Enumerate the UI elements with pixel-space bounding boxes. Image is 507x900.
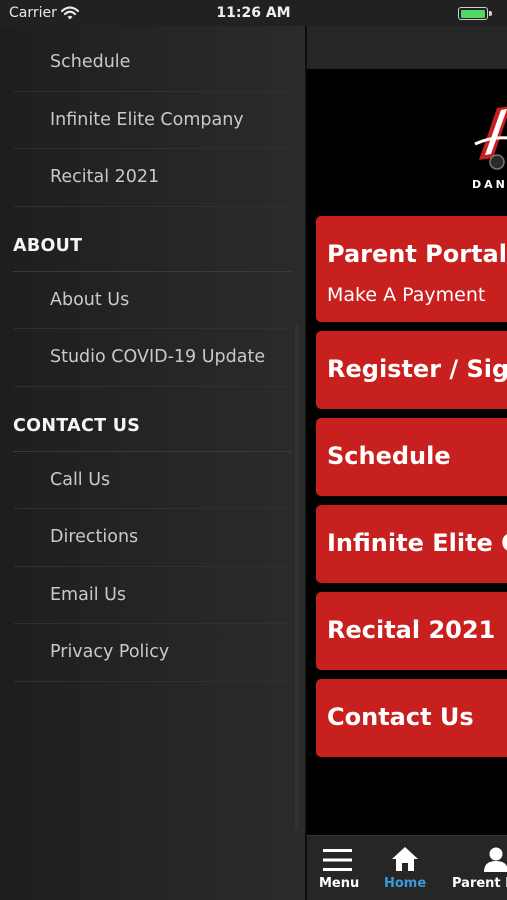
battery-icon xyxy=(458,7,488,20)
tab-label: Home xyxy=(384,876,427,891)
drawer-item-privacy-policy[interactable]: Privacy Policy xyxy=(14,624,292,682)
register-card[interactable]: Register / Sign xyxy=(316,331,507,409)
card-title: Contact Us xyxy=(327,703,474,731)
drawer-item-label: Email Us xyxy=(50,584,127,605)
drawer-item-label: Recital 2021 xyxy=(50,167,160,188)
home-icon xyxy=(391,846,419,876)
card-title: Register / Sign xyxy=(327,355,507,383)
bottom-tab-bar: Menu Home Parent P xyxy=(307,835,507,900)
drawer-item-email-us[interactable]: Email Us xyxy=(14,567,292,624)
drawer-item-label: Schedule xyxy=(50,52,131,73)
drawer-item-studio-covid-update[interactable]: Studio COVID-19 Update xyxy=(14,329,292,387)
main-content: DAN Parent Portal Make A Payment Registe… xyxy=(307,0,507,900)
section-header-about: ABOUT xyxy=(13,207,292,272)
drawer-item-label: Privacy Policy xyxy=(50,642,170,663)
tab-home[interactable]: Home xyxy=(375,836,435,900)
drawer-item-label: Call Us xyxy=(50,469,111,490)
card-title: Recital 2021 xyxy=(327,616,496,644)
drawer-scrollbar[interactable] xyxy=(295,325,298,830)
side-drawer: Schedule Infinite Elite Company Recital … xyxy=(0,0,305,900)
drawer-item-label: Directions xyxy=(50,527,139,548)
battery-tip xyxy=(489,11,492,16)
tab-menu[interactable]: Menu xyxy=(307,836,369,900)
drawer-item-directions[interactable]: Directions xyxy=(14,509,292,567)
person-icon xyxy=(483,846,507,876)
drawer-menu-list: Schedule Infinite Elite Company Recital … xyxy=(0,34,305,682)
card-title: Infinite Elite C xyxy=(327,529,507,557)
drawer-item-infinite-elite-company[interactable]: Infinite Elite Company xyxy=(14,92,292,149)
clock: 11:26 AM xyxy=(216,5,291,21)
drawer-item-schedule[interactable]: Schedule xyxy=(14,34,292,92)
status-bar: Carrier 11:26 AM xyxy=(0,0,507,26)
drawer-item-label: About Us xyxy=(50,289,130,310)
section-header-label: CONTACT US xyxy=(13,415,141,436)
schedule-card[interactable]: Schedule xyxy=(316,418,507,496)
section-header-contact-us: CONTACT US xyxy=(13,387,292,452)
drawer-item-label: Studio COVID-19 Update xyxy=(50,347,266,368)
contact-us-card[interactable]: Contact Us xyxy=(316,679,507,757)
battery-level xyxy=(460,9,485,18)
card-title: Schedule xyxy=(327,442,451,470)
drawer-item-recital-2021[interactable]: Recital 2021 xyxy=(14,149,292,207)
parent-portal-card[interactable]: Parent Portal Make A Payment xyxy=(316,216,507,322)
drawer-item-label: Infinite Elite Company xyxy=(50,109,244,130)
drawer-item-call-us[interactable]: Call Us xyxy=(14,452,292,509)
card-subtitle: Make A Payment xyxy=(327,284,486,306)
tab-label: Menu xyxy=(319,876,360,891)
section-header-label: ABOUT xyxy=(13,235,83,256)
logo-text: DAN xyxy=(472,178,507,191)
recital-card[interactable]: Recital 2021 xyxy=(316,592,507,670)
infinite-elite-card[interactable]: Infinite Elite C xyxy=(316,505,507,583)
tab-label: Parent P xyxy=(452,876,507,891)
drawer-item-about-us[interactable]: About Us xyxy=(14,272,292,329)
tab-parent-portal[interactable]: Parent P xyxy=(445,836,507,900)
card-title: Parent Portal xyxy=(327,240,507,268)
menu-icon xyxy=(323,848,352,876)
